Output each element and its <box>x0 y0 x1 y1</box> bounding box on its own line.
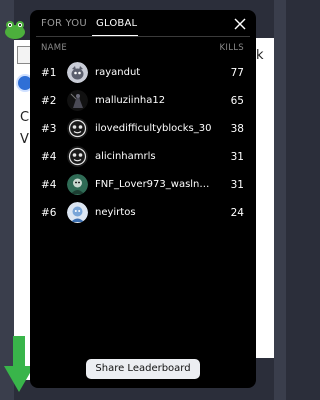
leaderboard-row[interactable]: #1 rayandut 77 <box>30 60 256 86</box>
close-icon[interactable] <box>232 16 248 32</box>
share-leaderboard-button[interactable]: Share Leaderboard <box>86 359 200 379</box>
leaderboard-row[interactable]: #3 ilovedifficultyblocks_30 38 <box>30 116 256 142</box>
row-username: alicinhamrls <box>95 151 156 162</box>
leaderboard-row[interactable]: #2 malluziinha12 65 <box>30 88 256 114</box>
row-username: FNF_Lover973_waslnac… <box>95 179 213 190</box>
leaderboard-row[interactable]: #4 alicinhamrls 31 <box>30 144 256 170</box>
tab-for-you[interactable]: FOR YOU <box>41 18 87 29</box>
row-rank: #4 <box>41 179 57 191</box>
column-header-name: NAME <box>41 43 68 53</box>
background-checkbox <box>17 46 31 64</box>
background-right-strip <box>274 0 286 400</box>
background-text-3: k <box>256 48 264 63</box>
leaderboard-row[interactable]: #6 neyirtos 24 <box>30 200 256 226</box>
row-kills: 38 <box>230 123 244 135</box>
row-rank: #4 <box>41 151 57 163</box>
column-header-kills: KILLS <box>219 43 244 53</box>
row-kills: 65 <box>230 95 244 107</box>
avatar-blue-character-icon <box>67 202 88 223</box>
row-username: malluziinha12 <box>95 95 166 106</box>
row-rank: #3 <box>41 123 57 135</box>
row-kills: 31 <box>230 179 244 191</box>
background-text-2: V <box>20 132 29 147</box>
row-kills: 77 <box>230 67 244 79</box>
row-kills: 24 <box>230 207 244 219</box>
leaderboard-panel: FOR YOU GLOBAL NAME KILLS #1 rayandut 77… <box>30 10 256 388</box>
avatar-dark-figure-icon <box>67 90 88 111</box>
avatar-emblem-icon <box>67 118 88 139</box>
leaderboard-tabs: FOR YOU GLOBAL <box>30 10 256 38</box>
row-rank: #6 <box>41 207 57 219</box>
avatar-creature-icon <box>67 62 88 83</box>
leaderboard-row[interactable]: #4 FNF_Lover973_waslnac… 31 <box>30 172 256 198</box>
row-username: rayandut <box>95 67 141 78</box>
frog-mascot-icon <box>5 21 25 39</box>
avatar-green-character-icon <box>67 174 88 195</box>
tab-global[interactable]: GLOBAL <box>96 18 137 29</box>
row-kills: 31 <box>230 151 244 163</box>
row-rank: #1 <box>41 67 57 79</box>
tabs-divider <box>36 36 250 37</box>
background-text-1: C <box>20 110 30 125</box>
row-username: ilovedifficultyblocks_30 <box>95 123 212 134</box>
row-rank: #2 <box>41 95 57 107</box>
row-username: neyirtos <box>95 207 136 218</box>
avatar-emblem-icon <box>67 146 88 167</box>
